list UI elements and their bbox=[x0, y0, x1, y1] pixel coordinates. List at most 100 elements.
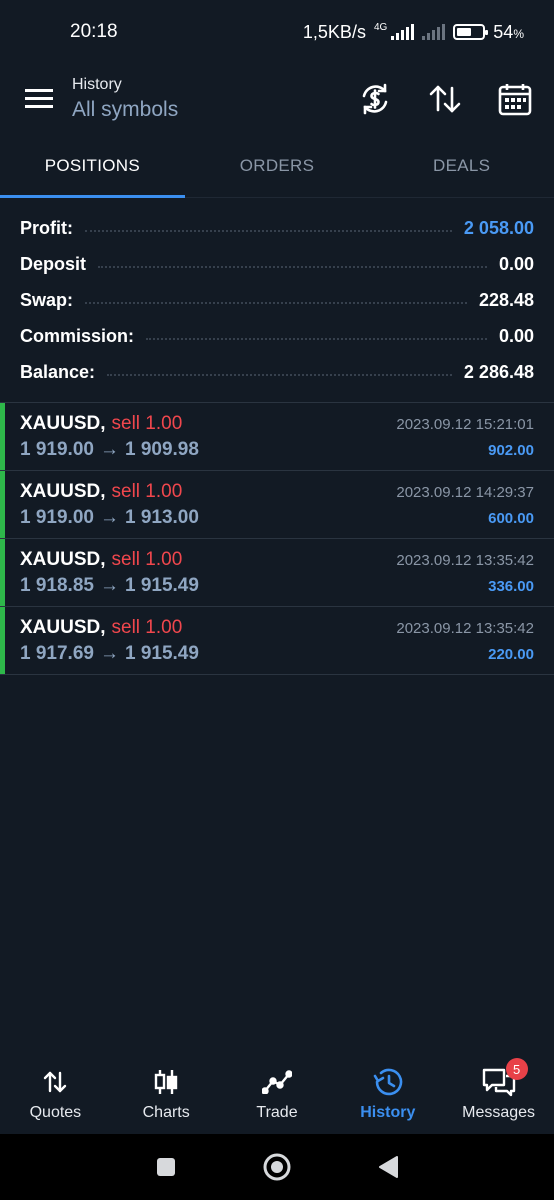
circle-icon bbox=[263, 1153, 291, 1181]
position-close-price: 1 913.00 bbox=[124, 507, 199, 528]
position-row[interactable]: XAUUSD, sell 1.00 2023.09.12 14:29:37 1 9… bbox=[0, 471, 554, 539]
position-row[interactable]: XAUUSD, sell 1.00 2023.09.12 13:35:42 1 9… bbox=[0, 607, 554, 675]
summary-value: 0.00 bbox=[498, 325, 534, 346]
summary-row-swap: Swap: 228.48 bbox=[0, 282, 554, 318]
summary-label: Profit: bbox=[20, 217, 73, 238]
sort-icon bbox=[429, 85, 461, 113]
menu-button[interactable] bbox=[6, 69, 72, 129]
position-open-price: 1 919.00 bbox=[20, 507, 94, 528]
position-profit: 600.00 bbox=[488, 510, 534, 527]
dot-leader bbox=[98, 266, 487, 268]
position-side: sell 1.00 bbox=[111, 481, 183, 502]
nav-label: Charts bbox=[142, 1104, 190, 1121]
position-time: 2023.09.12 15:21:01 bbox=[396, 416, 534, 433]
position-profit: 336.00 bbox=[488, 578, 534, 595]
position-side: sell 1.00 bbox=[111, 413, 183, 434]
nav-label: Quotes bbox=[29, 1104, 82, 1121]
history-icon bbox=[371, 1066, 405, 1098]
sort-button[interactable] bbox=[420, 74, 470, 124]
currency-exchange-icon bbox=[362, 83, 388, 115]
status-time: 20:18 bbox=[70, 21, 118, 42]
summary-label: Balance: bbox=[20, 361, 96, 382]
battery-icon bbox=[453, 24, 489, 40]
menu-icon bbox=[25, 89, 53, 108]
arrow-icon: → bbox=[99, 439, 119, 460]
charts-icon bbox=[149, 1066, 183, 1098]
dot-leader bbox=[146, 338, 487, 340]
page-title: History bbox=[72, 76, 122, 93]
recents-button[interactable] bbox=[146, 1147, 186, 1187]
messages-icon: 5 bbox=[482, 1058, 528, 1098]
tab-positions[interactable]: POSITIONS bbox=[0, 134, 185, 198]
summary-row-deposit: Deposit 0.00 bbox=[0, 246, 554, 282]
position-side: sell 1.00 bbox=[111, 549, 183, 570]
status-indicators: 1,5KB/s 4G 54% bbox=[303, 22, 524, 43]
status-bar: 20:18 1,5KB/s 4G 54% bbox=[0, 0, 554, 64]
nav-label: Messages bbox=[462, 1104, 536, 1121]
position-time: 2023.09.12 13:35:42 bbox=[396, 552, 534, 569]
position-row[interactable]: XAUUSD, sell 1.00 2023.09.12 13:35:42 1 9… bbox=[0, 539, 554, 607]
arrow-icon: → bbox=[99, 507, 119, 528]
position-row[interactable]: XAUUSD, sell 1.00 2023.09.12 15:21:01 1 9… bbox=[0, 403, 554, 471]
nav-trade[interactable]: Trade bbox=[222, 1054, 333, 1134]
position-open-price: 1 919.00 bbox=[20, 439, 94, 460]
positions-list: XAUUSD, sell 1.00 2023.09.12 15:21:01 1 9… bbox=[0, 402, 554, 675]
quotes-icon bbox=[38, 1066, 72, 1098]
square-icon bbox=[156, 1158, 175, 1176]
nav-label: History bbox=[360, 1104, 416, 1121]
position-symbol: XAUUSD, bbox=[20, 413, 106, 434]
signal-icon bbox=[391, 24, 415, 40]
battery-level: 54% bbox=[493, 21, 524, 42]
tab-orders[interactable]: ORDERS bbox=[185, 134, 370, 197]
history-tabs: POSITIONS ORDERS DEALS bbox=[0, 134, 554, 198]
toolbar: History All symbols bbox=[0, 64, 554, 134]
position-profit: 902.00 bbox=[488, 442, 534, 459]
dot-leader bbox=[107, 374, 452, 376]
summary-row-profit: Profit: 2 058.00 bbox=[0, 210, 554, 246]
calendar-button[interactable] bbox=[490, 74, 540, 124]
network-type: 4G bbox=[373, 21, 388, 33]
signal-icon-secondary bbox=[422, 24, 446, 40]
position-side: sell 1.00 bbox=[111, 617, 183, 638]
position-open-price: 1 917.69 bbox=[20, 643, 94, 664]
position-open-price: 1 918.85 bbox=[20, 575, 94, 596]
title-block[interactable]: History All symbols bbox=[72, 76, 350, 122]
nav-messages[interactable]: 5 Messages bbox=[443, 1054, 554, 1134]
calendar-icon bbox=[498, 84, 532, 116]
triangle-back-icon bbox=[379, 1156, 399, 1178]
position-time: 2023.09.12 13:35:42 bbox=[396, 620, 534, 637]
system-navigation bbox=[0, 1134, 554, 1200]
dot-leader bbox=[85, 302, 467, 304]
network-speed: 1,5KB/s bbox=[302, 21, 366, 42]
summary-value: 0.00 bbox=[498, 253, 534, 274]
trade-icon bbox=[260, 1066, 294, 1098]
nav-history[interactable]: History bbox=[332, 1054, 443, 1134]
position-profit: 220.00 bbox=[488, 646, 534, 663]
arrow-icon: → bbox=[99, 575, 119, 596]
summary-label: Deposit bbox=[20, 253, 87, 274]
dot-leader bbox=[85, 230, 452, 232]
position-time: 2023.09.12 14:29:37 bbox=[396, 484, 534, 501]
account-summary: Profit: 2 058.00 Deposit 0.00 Swap: 228.… bbox=[0, 210, 554, 390]
home-button[interactable] bbox=[257, 1147, 297, 1187]
summary-value: 228.48 bbox=[478, 289, 534, 310]
summary-label: Commission: bbox=[20, 325, 135, 346]
position-close-price: 1 915.49 bbox=[124, 575, 199, 596]
position-symbol: XAUUSD, bbox=[20, 481, 106, 502]
symbol-filter: All symbols bbox=[72, 98, 179, 121]
summary-value: 2 058.00 bbox=[463, 217, 534, 238]
summary-row-commission: Commission: 0.00 bbox=[0, 318, 554, 354]
position-close-price: 1 915.49 bbox=[124, 643, 199, 664]
nav-quotes[interactable]: Quotes bbox=[0, 1054, 111, 1134]
nav-label: Trade bbox=[256, 1104, 298, 1121]
position-close-price: 1 909.98 bbox=[124, 439, 199, 460]
messages-badge: 5 bbox=[505, 1058, 528, 1080]
summary-row-balance: Balance: 2 286.48 bbox=[0, 354, 554, 390]
back-button[interactable] bbox=[368, 1147, 408, 1187]
summary-label: Swap: bbox=[20, 289, 74, 310]
tab-deals[interactable]: DEALS bbox=[369, 134, 554, 197]
arrow-icon: → bbox=[99, 643, 119, 664]
currency-exchange-button[interactable] bbox=[350, 74, 400, 124]
position-symbol: XAUUSD, bbox=[20, 617, 106, 638]
nav-charts[interactable]: Charts bbox=[111, 1054, 222, 1134]
